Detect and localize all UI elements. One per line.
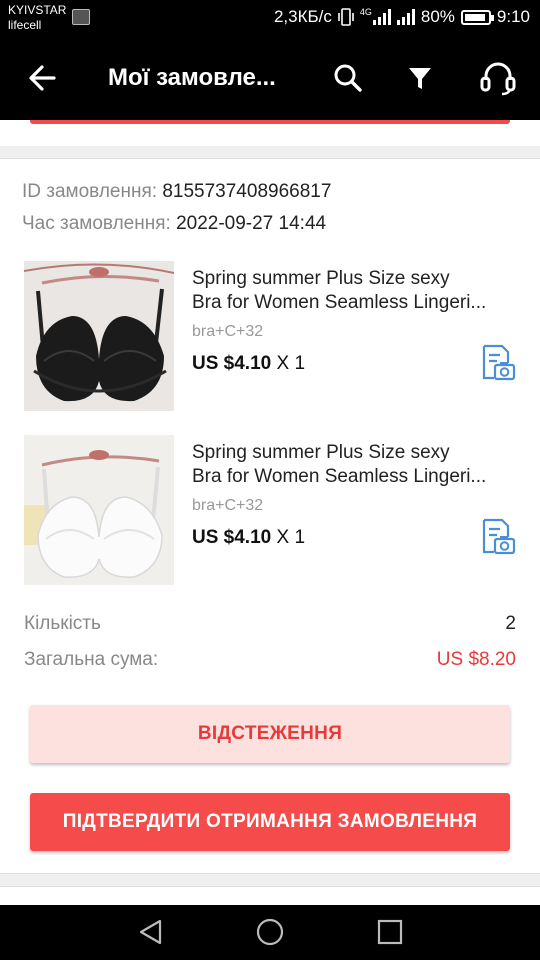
order-id-label: ID замовлення: <box>22 181 158 202</box>
network-type: 4G <box>359 7 372 17</box>
order-item[interactable]: Spring summer Plus Size sexy Bra for Wom… <box>24 261 524 411</box>
snapshot-icon[interactable] <box>480 517 516 555</box>
app-bar: Мої замовле... <box>0 38 540 120</box>
track-button[interactable]: ВІДСТЕЖЕННЯ <box>30 705 510 763</box>
carrier-name-2: lifecell <box>8 18 42 32</box>
product-quantity: X 1 <box>276 527 306 548</box>
product-price: US $4.10 <box>192 353 272 374</box>
carrier-name-1: KYIVSTAR <box>8 3 67 17</box>
product-title-line-2: Bra for Women Seamless Lingeri... <box>192 466 487 487</box>
gallery-notification-icon <box>72 9 90 25</box>
order-id-value: 8155737408966817 <box>162 181 332 202</box>
nav-back-icon[interactable] <box>136 917 166 947</box>
battery-percent: 80% <box>420 7 455 26</box>
vibrate-icon <box>338 8 354 26</box>
total-row: Загальна сума: US $8.20 <box>24 649 516 671</box>
white-bra-image <box>24 435 174 585</box>
order-time-label: Час замовлення: <box>22 213 171 234</box>
filter-icon[interactable] <box>402 60 438 96</box>
total-value: US $8.20 <box>436 649 516 670</box>
previous-order-card <box>0 120 540 146</box>
product-variant: bra+C+32 <box>192 323 264 340</box>
quantity-label: Кількість <box>24 613 101 634</box>
quantity-value: 2 <box>505 613 516 634</box>
product-price: US $4.10 <box>192 527 272 548</box>
product-thumbnail[interactable] <box>24 261 174 411</box>
search-icon[interactable] <box>330 60 366 96</box>
product-price-row: US $4.10 X 1 <box>192 353 305 375</box>
network-speed: 2,3КБ/с <box>273 7 332 26</box>
page-title: Мої замовле... <box>108 64 276 91</box>
clock: 9:10 <box>496 7 530 26</box>
product-title-line-1: Spring summer Plus Size sexy <box>192 268 450 289</box>
product-title-line-1: Spring summer Plus Size sexy <box>192 442 450 463</box>
order-card[interactable]: ID замовлення: 8155737408966817 Час замо… <box>0 158 540 874</box>
total-label: Загальна сума: <box>24 649 159 670</box>
back-arrow-icon[interactable] <box>24 58 64 98</box>
order-time-row: Час замовлення: 2022-09-27 14:44 <box>22 213 326 235</box>
status-indicators: 2,3КБ/с 4G 80% 9:10 <box>274 7 530 27</box>
order-time-value: 2022-09-27 14:44 <box>176 213 327 234</box>
order-id-row: ID замовлення: 8155737408966817 <box>22 181 331 203</box>
product-thumbnail[interactable] <box>24 435 174 585</box>
confirm-receipt-button[interactable]: ПІДТВЕРДИТИ ОТРИМАННЯ ЗАМОВЛЕННЯ <box>30 793 510 851</box>
previous-order-button[interactable] <box>30 120 510 124</box>
orders-list[interactable]: ID замовлення: 8155737408966817 Час замо… <box>0 120 540 905</box>
order-item[interactable]: Spring summer Plus Size sexy Bra for Wom… <box>24 435 524 585</box>
snapshot-icon[interactable] <box>480 343 516 381</box>
nav-recents-icon[interactable] <box>375 917 405 947</box>
black-bra-image <box>24 261 174 411</box>
nav-home-icon[interactable] <box>255 917 285 947</box>
product-title[interactable]: Spring summer Plus Size sexy Bra for Wom… <box>192 441 514 489</box>
product-quantity: X 1 <box>276 353 306 374</box>
quantity-row: Кількість 2 <box>24 613 516 635</box>
product-title-line-2: Bra for Women Seamless Lingeri... <box>192 292 487 313</box>
next-order-card <box>0 886 540 905</box>
product-variant: bra+C+32 <box>192 497 264 514</box>
status-bar: KYIVSTAR lifecell 2,3КБ/с 4G 80% 9:10 <box>0 0 540 38</box>
product-price-row: US $4.10 X 1 <box>192 527 305 549</box>
battery-icon <box>460 9 494 25</box>
signal-2-icon <box>396 9 415 25</box>
product-title[interactable]: Spring summer Plus Size sexy Bra for Wom… <box>192 267 514 315</box>
signal-icon <box>372 9 391 25</box>
carrier-info: KYIVSTAR lifecell <box>8 3 66 33</box>
headset-icon[interactable] <box>478 58 518 98</box>
system-nav-bar <box>0 905 540 960</box>
